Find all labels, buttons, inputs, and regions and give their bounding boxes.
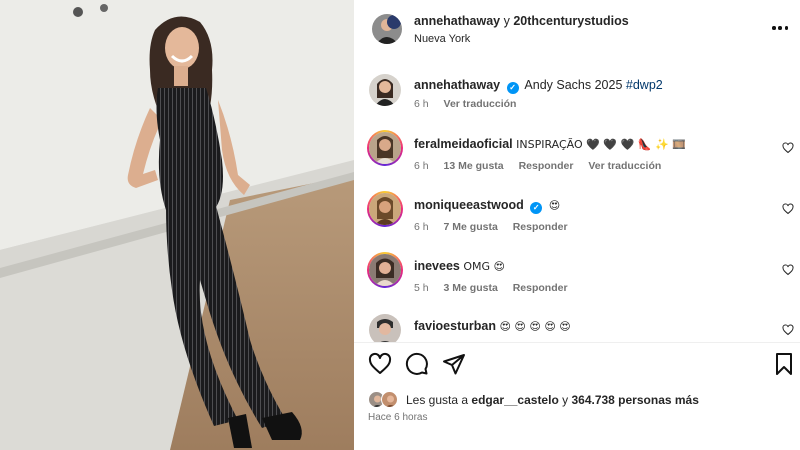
story-ring[interactable] [367, 252, 403, 288]
comment-like-heart-icon[interactable] [782, 203, 794, 215]
location-link[interactable]: Nueva York [414, 33, 470, 45]
liker-username[interactable]: edgar__castelo [471, 393, 558, 407]
comment-time[interactable]: 5 h [414, 282, 429, 294]
post-timestamp[interactable]: Hace 6 horas [368, 412, 427, 423]
post-panel: annehathaway y 20thcenturystudios Nueva … [354, 0, 800, 450]
comment-avatar[interactable] [369, 314, 401, 342]
comment-body: INSPIRAÇÃO 🖤 🖤 🖤 👠 ✨ 🎞️ [516, 138, 686, 151]
comment-time[interactable]: 6 h [414, 221, 429, 233]
bookmark-icon[interactable] [772, 352, 796, 376]
comment-like-heart-icon[interactable] [782, 264, 794, 276]
comment-row: feralmeidaoficial INSPIRAÇÃO 🖤 🖤 🖤 👠 ✨ 🎞… [354, 130, 800, 174]
comment-text: feralmeidaoficial INSPIRAÇÃO 🖤 🖤 🖤 👠 ✨ 🎞… [414, 136, 686, 153]
caption-avatar[interactable] [369, 74, 401, 106]
comment-icon[interactable] [405, 352, 429, 376]
post-header: annehathaway y 20thcenturystudios Nueva … [354, 0, 800, 58]
comment-body: 😍 😍 😍 😍 😍 [499, 320, 571, 333]
comment-avatar [369, 132, 401, 164]
liker-avatar[interactable] [381, 391, 398, 408]
translate-link[interactable]: Ver traducción [588, 160, 661, 172]
header-avatar[interactable] [372, 14, 402, 44]
likes-count-link[interactable]: 364.738 personas más [571, 393, 698, 407]
comment-username[interactable]: inevees [414, 259, 460, 273]
share-icon[interactable] [442, 352, 466, 376]
caption-text: annehathaway ✓ Andy Sachs 2025 #dwp2 [414, 77, 663, 94]
comment-row: favioesturban 😍 😍 😍 😍 😍 [354, 314, 800, 342]
comment-avatar [369, 254, 401, 286]
post-photo[interactable] [0, 0, 354, 450]
caption-meta: 6 h Ver traducción [414, 98, 528, 110]
comment-username[interactable]: moniqueeastwood [414, 198, 524, 212]
reply-button[interactable]: Responder [513, 282, 568, 294]
likes-connector: y [562, 393, 569, 407]
hashtag-link[interactable]: #dwp2 [626, 78, 663, 92]
verified-badge-icon: ✓ [530, 202, 543, 214]
reply-button[interactable]: Responder [513, 221, 568, 233]
comment-username[interactable]: feralmeidaoficial [414, 137, 513, 151]
comment-username[interactable]: favioesturban [414, 319, 496, 333]
caption-translate-link[interactable]: Ver traducción [444, 98, 517, 110]
caption-username[interactable]: annehathaway [414, 78, 500, 92]
comment-text: inevees OMG 😍 [414, 258, 505, 275]
comment-time[interactable]: 6 h [414, 160, 429, 172]
comment-meta: 6 h 13 Me gusta Responder Ver traducción [414, 160, 673, 172]
verified-badge-icon: ✓ [506, 82, 519, 94]
comment-meta: 6 h 7 Me gusta Responder [414, 221, 580, 233]
comment-text: favioesturban 😍 😍 😍 😍 😍 [414, 318, 571, 335]
caption-row: annehathaway ✓ Andy Sachs 2025 #dwp2 6 h… [354, 74, 800, 114]
likes-prefix: Les gusta a [406, 393, 469, 407]
comment-text: moniqueeastwood ✓ 😍 [414, 197, 560, 214]
story-ring[interactable] [367, 130, 403, 166]
header-conjunction: y [503, 14, 510, 28]
reply-button[interactable]: Responder [519, 160, 574, 172]
actions-divider [354, 342, 800, 343]
comment-meta: 5 h 3 Me gusta Responder [414, 282, 580, 294]
header-usernames: annehathaway y 20thcenturystudios [414, 14, 629, 28]
comment-body: 😍 [548, 199, 561, 212]
comment-body: OMG 😍 [463, 260, 505, 273]
comment-row: moniqueeastwood ✓ 😍 6 h 7 Me gusta Respo… [354, 191, 800, 235]
comment-like-heart-icon[interactable] [782, 324, 794, 336]
header-user2-link[interactable]: 20thcenturystudios [513, 14, 628, 28]
comment-likes[interactable]: 3 Me gusta [444, 282, 498, 294]
more-options-icon[interactable] [770, 18, 790, 38]
comment-row: inevees OMG 😍 5 h 3 Me gusta Responder [354, 252, 800, 296]
caption-time[interactable]: 6 h [414, 98, 429, 110]
comment-likes[interactable]: 7 Me gusta [444, 221, 498, 233]
story-ring[interactable] [367, 191, 403, 227]
action-bar [354, 352, 800, 378]
post-image [0, 0, 354, 450]
comment-likes[interactable]: 13 Me gusta [444, 160, 504, 172]
comment-avatar [369, 193, 401, 225]
likes-summary: Les gusta a edgar__castelo y 364.738 per… [368, 390, 798, 410]
likes-text: Les gusta a edgar__castelo y 364.738 per… [406, 393, 699, 407]
caption-body: Andy Sachs 2025 [524, 78, 623, 92]
comment-like-heart-icon[interactable] [782, 142, 794, 154]
heart-icon[interactable] [368, 352, 392, 376]
header-user1-link[interactable]: annehathaway [414, 14, 500, 28]
